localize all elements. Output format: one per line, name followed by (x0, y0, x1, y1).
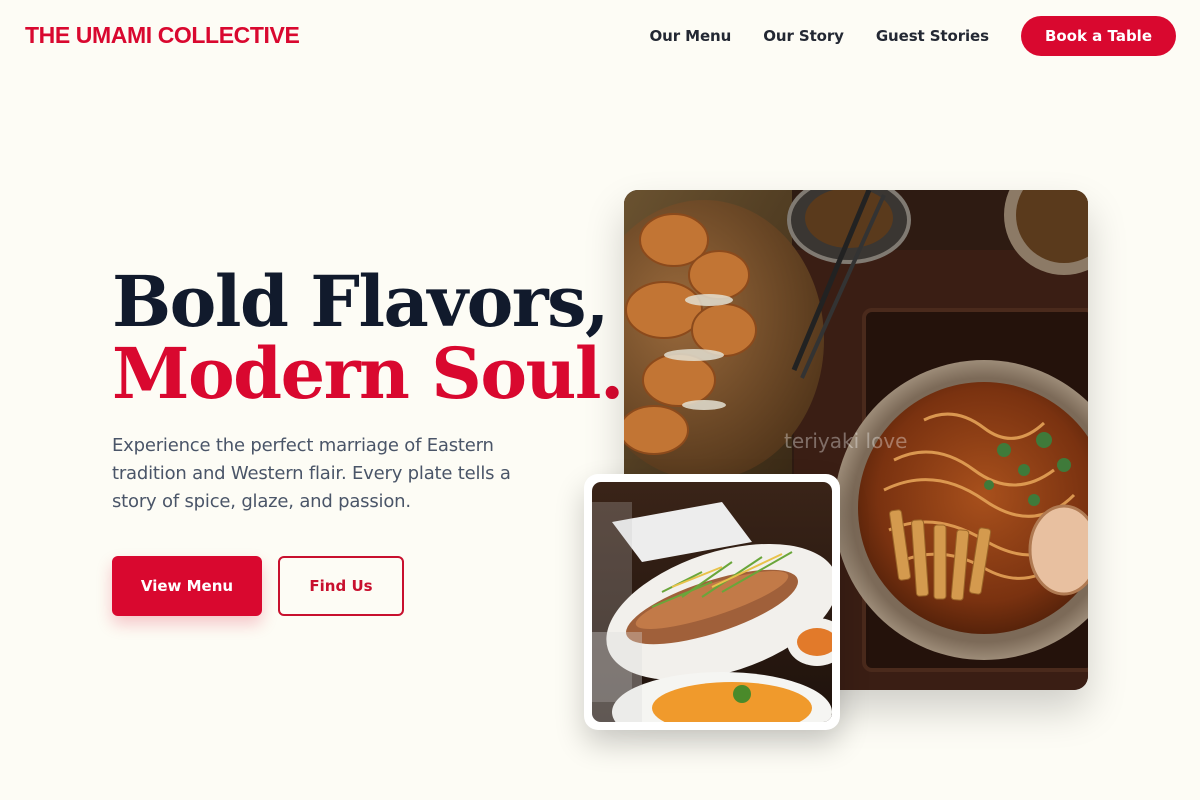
find-us-button[interactable]: Find Us (278, 556, 404, 616)
hero-description: Experience the perfect marriage of Easte… (112, 435, 511, 512)
view-menu-button[interactable]: View Menu (112, 556, 262, 616)
hero-title: Bold Flavors, Modern Soul. (112, 260, 624, 415)
book-table-button[interactable]: Book a Table (1020, 16, 1176, 56)
hero-title-line2: Modern Soul. (112, 332, 624, 415)
nav-link-our-menu[interactable]: Our Menu (650, 27, 732, 45)
grilled-fish-illustration (592, 482, 832, 722)
brand-logo[interactable]: THE UMAMI COLLECTIVE (25, 22, 300, 49)
nav-link-guest-stories[interactable]: Guest Stories (876, 27, 989, 45)
main-nav: Our Menu Our Story Guest Stories Book a … (650, 16, 1176, 56)
hero-title-line1: Bold Flavors, (112, 260, 609, 343)
hero-side-image (592, 482, 832, 722)
hero-side-image-frame (584, 474, 840, 730)
image-watermark: teriyaki love (784, 429, 907, 453)
nav-link-our-story[interactable]: Our Story (763, 27, 844, 45)
